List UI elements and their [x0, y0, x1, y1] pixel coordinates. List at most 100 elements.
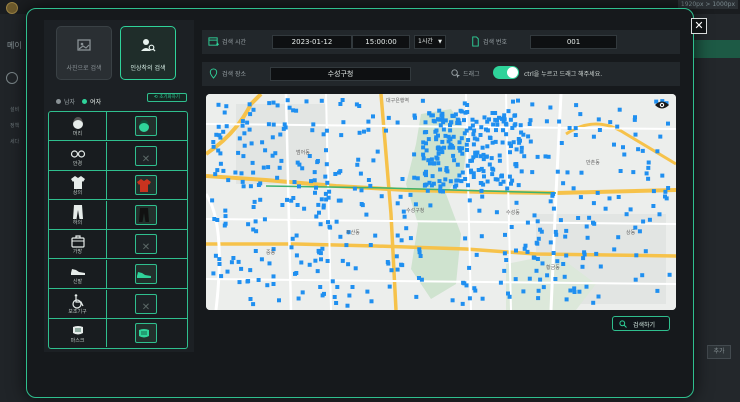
- cctv-marker[interactable]: [408, 236, 413, 241]
- cctv-marker[interactable]: [333, 172, 338, 176]
- cctv-marker[interactable]: [379, 194, 384, 199]
- cctv-marker[interactable]: [248, 268, 253, 273]
- cctv-marker[interactable]: [550, 193, 555, 198]
- map-canvas[interactable]: 수성구청 범어동만촌동 대구은행역두산동 상동황금동 중동 수성동: [206, 94, 676, 310]
- cctv-marker[interactable]: [473, 288, 478, 293]
- cctv-marker[interactable]: [313, 190, 317, 195]
- cctv-marker[interactable]: [440, 150, 445, 155]
- cctv-marker[interactable]: [251, 107, 256, 112]
- cctv-marker[interactable]: [591, 201, 596, 206]
- cctv-marker[interactable]: [426, 137, 431, 142]
- cctv-marker[interactable]: [324, 197, 329, 202]
- cctv-marker[interactable]: [500, 140, 505, 145]
- cctv-marker[interactable]: [275, 103, 280, 108]
- cctv-marker[interactable]: [572, 286, 577, 291]
- cctv-marker[interactable]: [514, 200, 519, 205]
- cctv-marker[interactable]: [508, 117, 513, 122]
- attribute-category[interactable]: 상의: [49, 171, 107, 200]
- cctv-marker[interactable]: [236, 259, 241, 264]
- attribute-category[interactable]: 가방: [49, 230, 107, 259]
- cctv-marker[interactable]: [229, 260, 234, 265]
- cctv-marker[interactable]: [319, 257, 323, 262]
- cctv-marker[interactable]: [362, 129, 366, 134]
- cctv-marker[interactable]: [513, 122, 518, 127]
- cctv-marker[interactable]: [271, 100, 276, 105]
- cctv-marker[interactable]: [364, 212, 369, 217]
- cctv-marker[interactable]: [366, 119, 371, 124]
- cctv-marker[interactable]: [436, 151, 441, 156]
- cctv-marker[interactable]: [321, 132, 326, 137]
- cctv-marker[interactable]: [352, 186, 357, 191]
- gender-male-radio[interactable]: [56, 99, 61, 104]
- cctv-marker[interactable]: [267, 261, 272, 266]
- cctv-marker[interactable]: [320, 246, 325, 251]
- cctv-marker[interactable]: [440, 139, 445, 144]
- cctv-marker[interactable]: [479, 166, 484, 171]
- cctv-marker[interactable]: [434, 137, 439, 142]
- cctv-marker[interactable]: [300, 166, 305, 171]
- cctv-marker[interactable]: [258, 197, 263, 202]
- cctv-marker[interactable]: [395, 120, 400, 125]
- cctv-marker[interactable]: [341, 120, 346, 125]
- cctv-marker[interactable]: [319, 98, 324, 103]
- cctv-marker[interactable]: [531, 255, 536, 260]
- cctv-marker[interactable]: [368, 183, 373, 188]
- cctv-marker[interactable]: [248, 297, 253, 301]
- cctv-marker[interactable]: [480, 145, 485, 150]
- cctv-marker[interactable]: [455, 178, 460, 183]
- cctv-marker[interactable]: [655, 149, 660, 154]
- cctv-marker[interactable]: [502, 251, 507, 256]
- cctv-marker[interactable]: [607, 196, 612, 201]
- cctv-marker[interactable]: [224, 104, 229, 109]
- cctv-marker[interactable]: [478, 133, 483, 137]
- cctv-marker[interactable]: [223, 214, 228, 219]
- cctv-marker[interactable]: [223, 208, 228, 213]
- attribute-category[interactable]: 마스크: [49, 319, 107, 348]
- cctv-marker[interactable]: [540, 261, 545, 266]
- cctv-marker[interactable]: [324, 162, 329, 167]
- cctv-marker[interactable]: [214, 132, 219, 137]
- cctv-marker[interactable]: [493, 117, 498, 122]
- cctv-marker[interactable]: [647, 217, 652, 222]
- cctv-marker[interactable]: [325, 180, 330, 185]
- cctv-marker[interactable]: [435, 156, 440, 161]
- cctv-marker[interactable]: [565, 170, 570, 175]
- cctv-marker[interactable]: [429, 157, 434, 162]
- cctv-marker[interactable]: [534, 268, 539, 273]
- cctv-marker[interactable]: [582, 250, 587, 255]
- cctv-marker[interactable]: [494, 210, 499, 215]
- cctv-marker[interactable]: [408, 192, 413, 197]
- cctv-marker[interactable]: [224, 124, 229, 129]
- attribute-value-mask[interactable]: [135, 323, 157, 344]
- cctv-marker[interactable]: [248, 112, 253, 117]
- cctv-marker[interactable]: [574, 103, 579, 108]
- cctv-marker[interactable]: [371, 114, 375, 119]
- sidebar-item-2[interactable]: 정책: [10, 122, 19, 129]
- cctv-marker[interactable]: [395, 201, 400, 206]
- cctv-marker[interactable]: [215, 168, 220, 173]
- cctv-marker[interactable]: [315, 269, 320, 274]
- cctv-marker[interactable]: [525, 220, 530, 225]
- cctv-marker[interactable]: [471, 171, 476, 176]
- cctv-marker[interactable]: [353, 266, 358, 271]
- cctv-marker[interactable]: [432, 161, 436, 166]
- cctv-marker[interactable]: [511, 140, 516, 145]
- cctv-marker[interactable]: [294, 233, 299, 238]
- cctv-marker[interactable]: [464, 128, 469, 133]
- cctv-marker[interactable]: [437, 117, 442, 122]
- cctv-marker[interactable]: [644, 171, 649, 176]
- cctv-marker[interactable]: [576, 216, 581, 220]
- cctv-marker[interactable]: [466, 138, 471, 142]
- cctv-marker[interactable]: [564, 228, 569, 233]
- cctv-marker[interactable]: [424, 130, 429, 134]
- cctv-marker[interactable]: [555, 259, 560, 264]
- range-select[interactable]: 1시간 ▼: [414, 35, 446, 49]
- cctv-marker[interactable]: [251, 170, 256, 175]
- cctv-marker[interactable]: [594, 251, 599, 256]
- cctv-marker[interactable]: [365, 289, 370, 294]
- cctv-marker[interactable]: [457, 146, 462, 151]
- cctv-marker[interactable]: [294, 108, 299, 113]
- cctv-marker[interactable]: [518, 123, 523, 128]
- cctv-marker[interactable]: [497, 158, 502, 163]
- cctv-marker[interactable]: [217, 257, 222, 262]
